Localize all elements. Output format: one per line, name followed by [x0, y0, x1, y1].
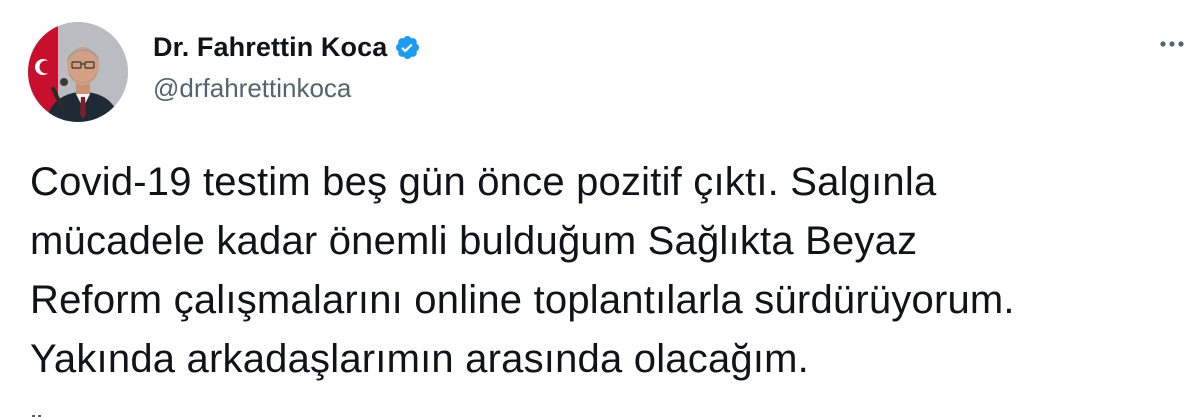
author-handle[interactable]: @drfahrettinkoca	[153, 73, 351, 104]
avatar[interactable]	[28, 22, 128, 122]
timestamp-partial	[30, 405, 70, 417]
profile-photo-icon	[28, 22, 128, 122]
more-options-button[interactable]	[1152, 30, 1192, 58]
tweet-card: Dr. Fahrettin Koca @drfahrettinkoca Covi…	[0, 0, 1200, 417]
tweet-text: Covid-19 testim beş gün önce pozitif çık…	[30, 160, 1015, 381]
author-name-row: Dr. Fahrettin Koca	[153, 30, 421, 64]
display-name[interactable]: Dr. Fahrettin Koca	[153, 32, 387, 63]
verified-badge-icon	[394, 34, 421, 61]
more-options-icon	[1160, 41, 1184, 47]
